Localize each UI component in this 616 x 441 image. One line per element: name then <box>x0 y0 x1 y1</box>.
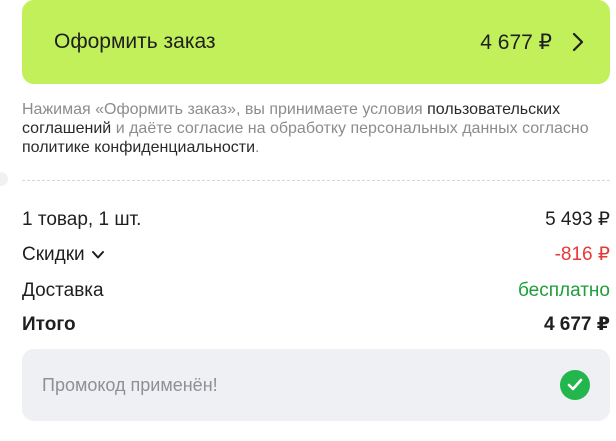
agreement-text-part: Нажимая «Оформить заказ», вы принимаете … <box>22 101 428 118</box>
checkout-summary: Оформить заказ 4 677 ₽ Нажимая «Оформить… <box>0 0 616 441</box>
agreement-text: Нажимая «Оформить заказ», вы принимаете … <box>22 100 612 157</box>
delivery-row: Доставка бесплатно <box>22 280 610 302</box>
checkout-button[interactable]: Оформить заказ 4 677 ₽ <box>22 0 610 84</box>
discount-toggle[interactable]: Скидки <box>22 244 105 266</box>
card-notch <box>0 172 8 186</box>
promo-status-text: Промокод применён! <box>42 374 218 395</box>
privacy-policy-link[interactable]: политике конфиденциальности <box>22 139 255 156</box>
checkout-button-total: 4 677 ₽ <box>480 30 552 54</box>
discount-row: Скидки -816 ₽ <box>22 243 610 266</box>
checkout-button-label: Оформить заказ <box>54 30 216 53</box>
promo-field[interactable]: Промокод применён! <box>22 349 610 421</box>
chevron-right-icon <box>568 32 588 52</box>
items-label: 1 товар, 1 шт. <box>22 208 142 230</box>
dashed-divider <box>22 180 610 181</box>
items-row: 1 товар, 1 шт. 5 493 ₽ <box>22 208 610 231</box>
items-value: 5 493 ₽ <box>545 209 610 230</box>
total-label: Итого <box>22 313 76 335</box>
delivery-value: бесплатно <box>517 280 610 301</box>
check-circle-icon <box>560 370 590 400</box>
chevron-down-icon <box>91 244 105 266</box>
total-row: Итого 4 677 ₽ <box>22 313 610 336</box>
delivery-label: Доставка <box>22 280 104 301</box>
agreement-text-part: . <box>255 139 260 156</box>
discount-value: -816 ₽ <box>554 244 610 265</box>
total-value: 4 677 ₽ <box>543 314 610 335</box>
discount-label: Скидки <box>22 243 85 265</box>
agreement-text-part: и даёте согласие на обработку персональн… <box>111 120 589 137</box>
